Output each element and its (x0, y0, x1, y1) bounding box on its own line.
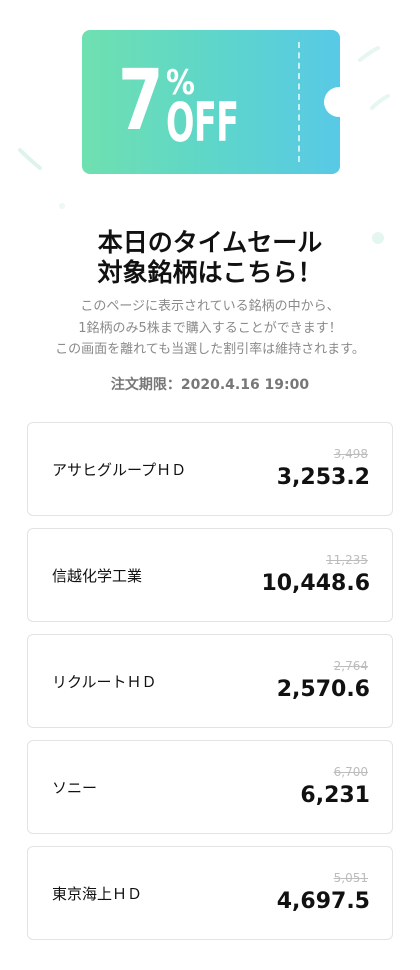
sale-price: 6,231 (300, 783, 370, 808)
stock-name: 東京海上ＨＤ (52, 885, 143, 903)
stock-card[interactable]: 信越化学工業 11,235 10,448.6 (27, 528, 393, 622)
off-label: OFF (166, 91, 239, 154)
stock-card[interactable]: リクルートＨＤ 2,764 2,570.6 (27, 634, 393, 728)
stock-name: 信越化学工業 (52, 567, 143, 585)
description-line-1: このページに表示されている銘柄の中から、 (80, 299, 340, 314)
stock-card[interactable]: アサヒグループＨＤ 3,498 3,253.2 (27, 422, 393, 516)
headline-line-2: 対象銘柄はこちら！ (97, 258, 323, 287)
stock-card[interactable]: 東京海上ＨＤ 5,051 4,697.5 (27, 846, 393, 940)
original-price: 5,051 (333, 871, 368, 885)
stock-name: ソニー (52, 779, 98, 797)
sale-price: 3,253.2 (276, 465, 370, 490)
sale-price: 4,697.5 (276, 889, 370, 914)
original-price: 11,235 (326, 553, 368, 567)
original-price: 6,700 (333, 765, 368, 779)
sale-price: 10,448.6 (261, 571, 370, 596)
order-deadline: 注文期限：2020.4.16 19:00 (110, 377, 310, 393)
ticket-notch (324, 87, 340, 117)
sale-price: 2,570.6 (276, 677, 370, 702)
stock-name: リクルートＨＤ (52, 673, 157, 691)
original-price: 2,764 (333, 659, 368, 673)
ticket-perforation (298, 42, 300, 162)
headline-line-1: 本日のタイムセール (97, 228, 323, 257)
description-line-2: 1銘柄のみ5株まで購入することができます！ (78, 321, 342, 336)
discount-percent: 7 (118, 51, 164, 149)
original-price: 3,498 (333, 447, 368, 461)
stock-card[interactable]: ソニー 6,700 6,231 (27, 740, 393, 834)
coupon-banner: 7 % OFF (0, 0, 420, 244)
discount-ticket: 7 % OFF (82, 30, 340, 174)
stock-name: アサヒグループＨＤ (52, 461, 187, 479)
description-line-3: この画面を離れても当選した割引率は維持されます。 (55, 342, 365, 357)
